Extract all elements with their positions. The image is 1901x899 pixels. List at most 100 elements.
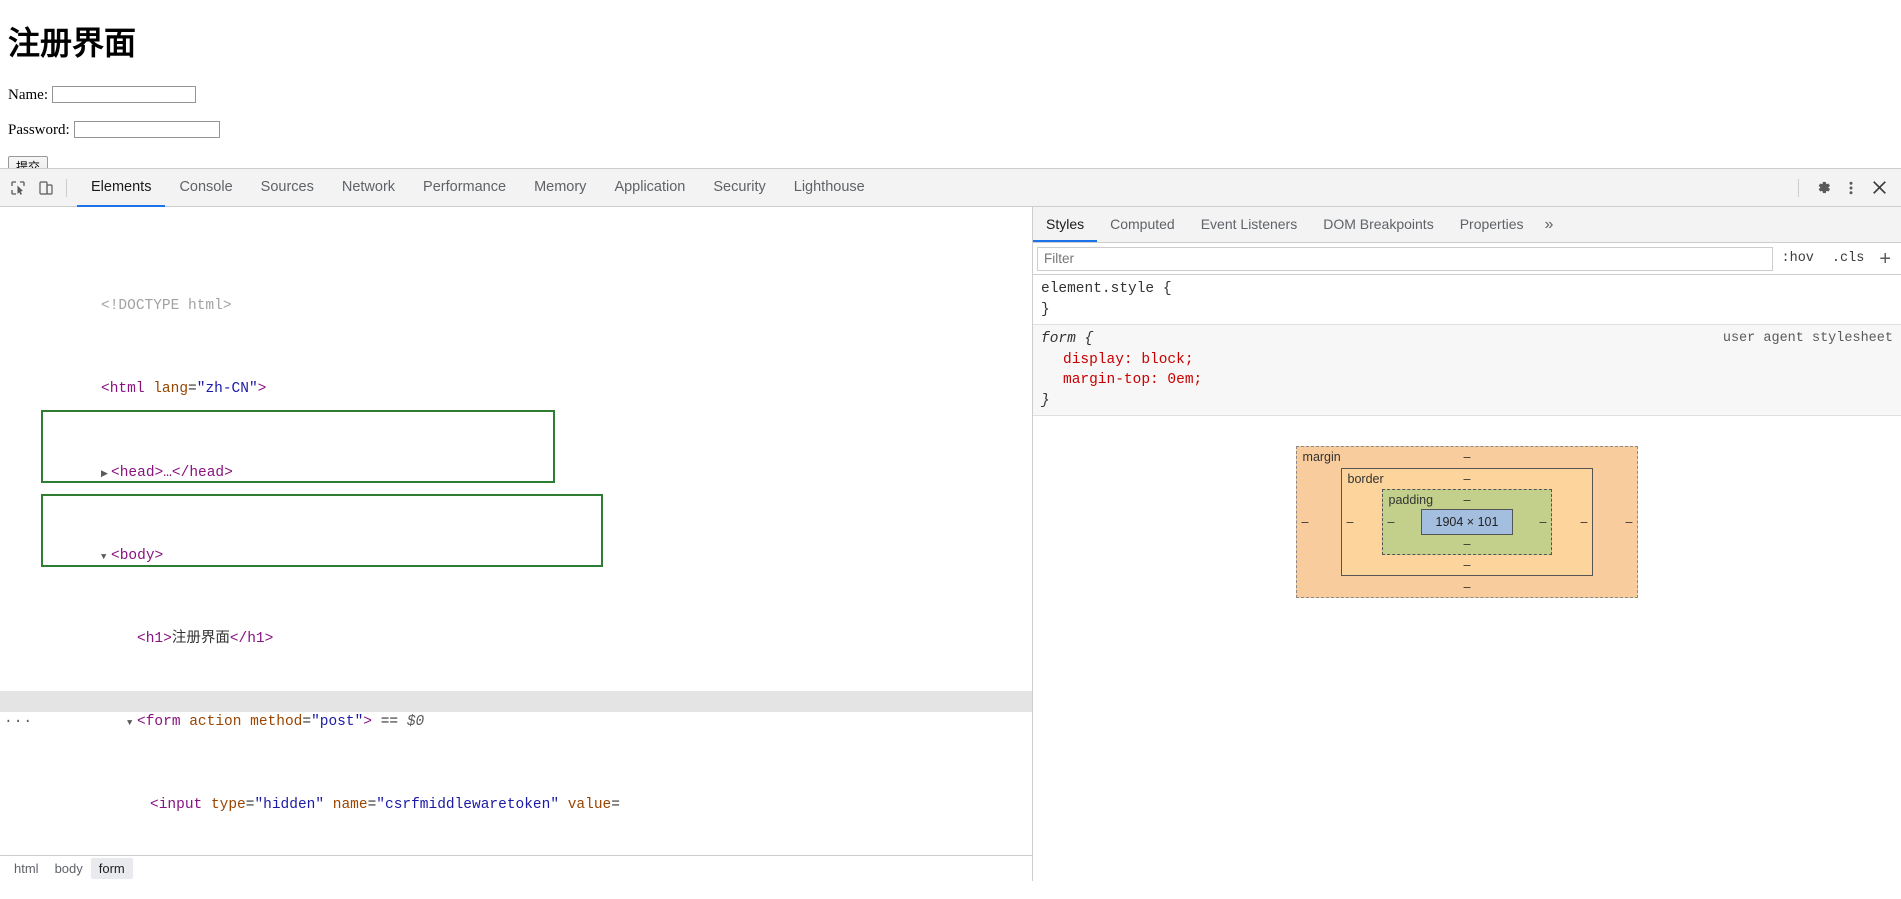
csrf-value-attr: value bbox=[567, 797, 612, 814]
form-dollar-zero: $0 bbox=[406, 714, 425, 731]
border-bottom-dash[interactable]: – bbox=[1464, 558, 1471, 572]
device-toolbar-icon[interactable] bbox=[32, 174, 60, 202]
dom-line-form[interactable]: ··· ▼ <form action method="post"> == $0 bbox=[0, 691, 1032, 730]
kebab-menu-icon[interactable] bbox=[1837, 174, 1865, 202]
margin-top-property: margin-top: bbox=[1063, 372, 1159, 388]
box-model-content-size[interactable]: 1904 × 101 bbox=[1420, 509, 1514, 535]
styles-pane: Styles Computed Event Listeners DOM Brea… bbox=[1033, 207, 1901, 881]
user-agent-stylesheet-label: user agent stylesheet bbox=[1722, 331, 1893, 346]
border-right-dash[interactable]: – bbox=[1581, 515, 1588, 529]
declaration-display[interactable]: display: block; bbox=[1041, 350, 1893, 371]
tab-computed[interactable]: Computed bbox=[1097, 207, 1188, 242]
form-tag-close: > bbox=[363, 714, 372, 731]
tab-event-listeners[interactable]: Event Listeners bbox=[1188, 207, 1311, 242]
csrf-name-attr: name bbox=[332, 797, 368, 814]
dom-tree[interactable]: <!DOCTYPE html> <html lang="zh-CN"> ▶ <he… bbox=[0, 207, 1032, 855]
tab-dom-breakpoints[interactable]: DOM Breakpoints bbox=[1310, 207, 1446, 242]
csrf-type-attr: type bbox=[210, 797, 246, 814]
breadcrumb: html body form bbox=[0, 855, 1032, 881]
box-model-border-label: border bbox=[1347, 472, 1384, 486]
tab-application[interactable]: Application bbox=[600, 169, 699, 207]
h1-close-tag: </h1> bbox=[229, 630, 274, 647]
padding-right-dash[interactable]: – bbox=[1540, 515, 1547, 529]
filter-input[interactable] bbox=[1037, 246, 1773, 271]
gear-icon[interactable] bbox=[1809, 174, 1837, 202]
margin-bottom-dash[interactable]: – bbox=[1464, 580, 1471, 594]
element-style-selector: element.style { bbox=[1041, 281, 1172, 297]
more-tabs-icon[interactable]: » bbox=[1537, 207, 1562, 242]
declaration-margin-top[interactable]: margin-top: 0em; bbox=[1041, 370, 1893, 391]
name-input[interactable] bbox=[51, 86, 196, 103]
breadcrumb-body[interactable]: body bbox=[47, 858, 91, 879]
box-model-diagram[interactable]: margin – – – – border – – – – padding – … bbox=[1295, 446, 1639, 598]
close-icon[interactable] bbox=[1865, 174, 1893, 202]
csrf-name-value: "csrfmiddlewaretoken" bbox=[376, 797, 560, 814]
form-action-attr: action bbox=[189, 714, 242, 731]
hov-button[interactable]: :hov bbox=[1773, 251, 1823, 266]
breadcrumb-html[interactable]: html bbox=[6, 858, 47, 879]
element-style-close: } bbox=[1041, 301, 1050, 318]
chevron-down-icon[interactable]: ▼ bbox=[101, 547, 111, 568]
toolbar-divider-right bbox=[1798, 178, 1799, 197]
box-model-border-layer[interactable]: border – – – – padding – – – – 1904 × 10… bbox=[1340, 468, 1594, 576]
form-rule-close: } bbox=[1041, 392, 1050, 409]
form-tag: <form bbox=[137, 714, 181, 731]
display-value: block; bbox=[1141, 351, 1194, 368]
inspect-element-icon[interactable] bbox=[4, 174, 32, 202]
tab-security[interactable]: Security bbox=[699, 169, 779, 207]
padding-bottom-dash[interactable]: – bbox=[1464, 537, 1471, 551]
margin-top-dash[interactable]: – bbox=[1464, 450, 1471, 464]
html-tag: <html bbox=[101, 381, 145, 398]
devtools-body: <!DOCTYPE html> <html lang="zh-CN"> ▶ <he… bbox=[0, 207, 1901, 881]
dom-line-head[interactable]: ▶ <head>…</head> bbox=[0, 442, 1032, 481]
cls-button[interactable]: .cls bbox=[1823, 251, 1873, 266]
box-model-container: margin – – – – border – – – – padding – … bbox=[1033, 416, 1901, 598]
display-property: display: bbox=[1063, 351, 1133, 368]
html-lang-value: "zh-CN" bbox=[196, 381, 258, 398]
devtools-tab-list: Elements Console Sources Network Perform… bbox=[77, 169, 879, 207]
tab-sources[interactable]: Sources bbox=[247, 169, 328, 207]
dom-line-csrf-input[interactable]: <input type="hidden" name="csrfmiddlewar… bbox=[0, 775, 1032, 813]
csrf-input-tag: <input bbox=[150, 797, 203, 814]
border-left-dash[interactable]: – bbox=[1347, 515, 1354, 529]
form-method-attr: method bbox=[250, 714, 303, 731]
border-top-dash[interactable]: – bbox=[1464, 472, 1471, 486]
box-model-padding-layer[interactable]: padding – – – – 1904 × 101 bbox=[1381, 489, 1553, 555]
tab-lighthouse[interactable]: Lighthouse bbox=[780, 169, 879, 207]
padding-top-dash[interactable]: – bbox=[1464, 493, 1471, 507]
html-tag-close: > bbox=[257, 381, 267, 398]
tab-memory[interactable]: Memory bbox=[520, 169, 600, 207]
tab-console[interactable]: Console bbox=[165, 169, 246, 207]
chevron-down-icon[interactable]: ▼ bbox=[127, 713, 137, 734]
name-label: Name: bbox=[8, 87, 48, 103]
box-model-margin-layer[interactable]: margin – – – – border – – – – padding – … bbox=[1295, 446, 1639, 598]
tab-network[interactable]: Network bbox=[328, 169, 409, 207]
padding-left-dash[interactable]: – bbox=[1388, 515, 1395, 529]
dom-line-doctype[interactable]: <!DOCTYPE html> bbox=[0, 275, 1032, 314]
box-model-margin-label: margin bbox=[1302, 450, 1341, 464]
dom-tree-pane: <!DOCTYPE html> <html lang="zh-CN"> ▶ <he… bbox=[0, 207, 1033, 881]
name-field-row: Name: bbox=[8, 86, 1893, 104]
tab-styles[interactable]: Styles bbox=[1033, 207, 1098, 242]
styles-tab-list: Styles Computed Event Listeners DOM Brea… bbox=[1033, 207, 1901, 243]
breadcrumb-form[interactable]: form bbox=[90, 858, 133, 879]
margin-left-dash[interactable]: – bbox=[1302, 515, 1309, 529]
more-options-icon[interactable]: ··· bbox=[4, 712, 33, 733]
dom-line-h1[interactable]: <h1>注册界面</h1> bbox=[0, 608, 1032, 647]
body-tag: <body> bbox=[111, 547, 164, 564]
dom-line-body[interactable]: ▼ <body> bbox=[0, 525, 1032, 564]
password-input[interactable] bbox=[73, 121, 220, 138]
head-tag: <head>…</head> bbox=[111, 464, 233, 481]
tab-elements[interactable]: Elements bbox=[77, 169, 166, 207]
tab-performance[interactable]: Performance bbox=[409, 169, 520, 207]
rule-element-style[interactable]: element.style { } bbox=[1033, 275, 1901, 325]
tab-properties[interactable]: Properties bbox=[1447, 207, 1537, 242]
dom-line-html-open[interactable]: <html lang="zh-CN"> bbox=[0, 359, 1032, 397]
margin-right-dash[interactable]: – bbox=[1626, 515, 1633, 529]
page-title: 注册界面 bbox=[8, 25, 137, 61]
new-style-rule-button[interactable]: + bbox=[1873, 249, 1897, 269]
chevron-right-icon[interactable]: ▶ bbox=[101, 464, 111, 485]
password-field-row: Password: bbox=[8, 121, 1893, 139]
rule-form-ua[interactable]: user agent stylesheet form { display: bl… bbox=[1033, 325, 1901, 416]
h1-open-tag: <h1> bbox=[137, 630, 172, 647]
